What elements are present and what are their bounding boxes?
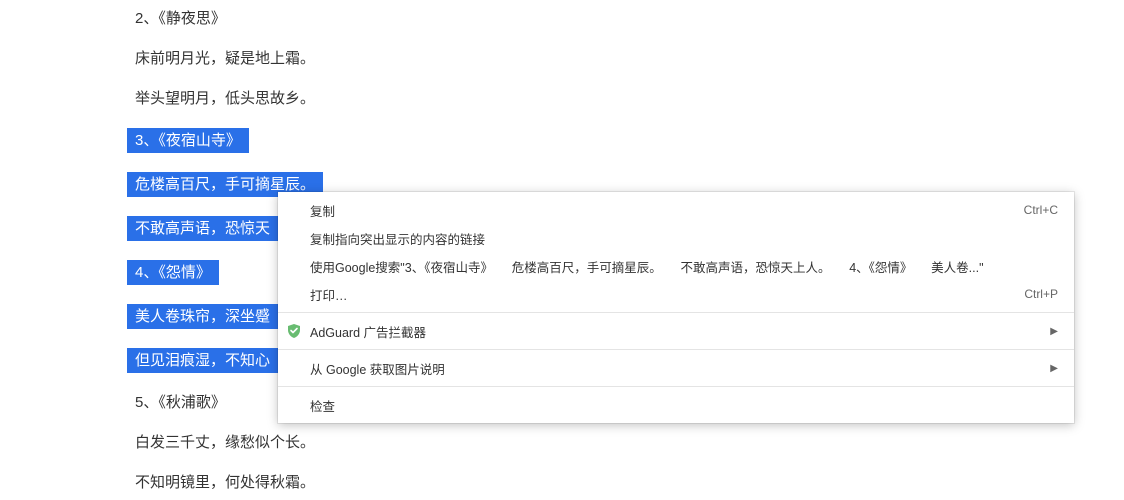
text-line-selected: 3、《夜宿山寺》 <box>127 128 1124 153</box>
menu-label: 复制 <box>310 201 1012 220</box>
menu-label: 从 Google 获取图片说明 <box>310 359 1042 378</box>
menu-label: AdGuard 广告拦截器 <box>310 322 1042 341</box>
menu-separator <box>278 349 1074 350</box>
context-menu: 复制 Ctrl+C 复制指向突出显示的内容的链接 使用Google搜索"3、《夜… <box>278 192 1074 423</box>
menu-item-copy-link-to-highlight[interactable]: 复制指向突出显示的内容的链接 <box>278 224 1074 252</box>
menu-item-adguard[interactable]: AdGuard 广告拦截器 ▶ <box>278 317 1074 345</box>
menu-item-get-image-descriptions[interactable]: 从 Google 获取图片说明 ▶ <box>278 354 1074 382</box>
adguard-shield-icon <box>286 323 302 339</box>
text-line: 2、《静夜思》 <box>135 8 1124 29</box>
menu-shortcut: Ctrl+C <box>1024 203 1058 217</box>
menu-item-print[interactable]: 打印… Ctrl+P <box>278 280 1074 308</box>
menu-item-search-google[interactable]: 使用Google搜索"3、《夜宿山寺》 危楼高百尺，手可摘星辰。 不敢高声语，恐… <box>278 252 1074 280</box>
menu-label: 打印… <box>310 285 1012 304</box>
text-line: 床前明月光，疑是地上霜。 <box>135 48 1124 69</box>
text-line: 白发三千丈，缘愁似个长。 <box>135 432 1124 453</box>
menu-shortcut: Ctrl+P <box>1024 287 1058 301</box>
chevron-right-icon: ▶ <box>1050 363 1058 374</box>
menu-item-inspect[interactable]: 检查 <box>278 391 1074 419</box>
text-line: 不知明镜里，何处得秋霜。 <box>135 472 1124 493</box>
menu-label: 使用Google搜索"3、《夜宿山寺》 危楼高百尺，手可摘星辰。 不敢高声语，恐… <box>310 257 1058 276</box>
menu-separator <box>278 312 1074 313</box>
text-line: 举头望明月，低头思故乡。 <box>135 88 1124 109</box>
chevron-right-icon: ▶ <box>1050 326 1058 337</box>
menu-item-copy[interactable]: 复制 Ctrl+C <box>278 196 1074 224</box>
menu-label: 检查 <box>310 396 1058 415</box>
menu-separator <box>278 386 1074 387</box>
menu-label: 复制指向突出显示的内容的链接 <box>310 229 1058 248</box>
